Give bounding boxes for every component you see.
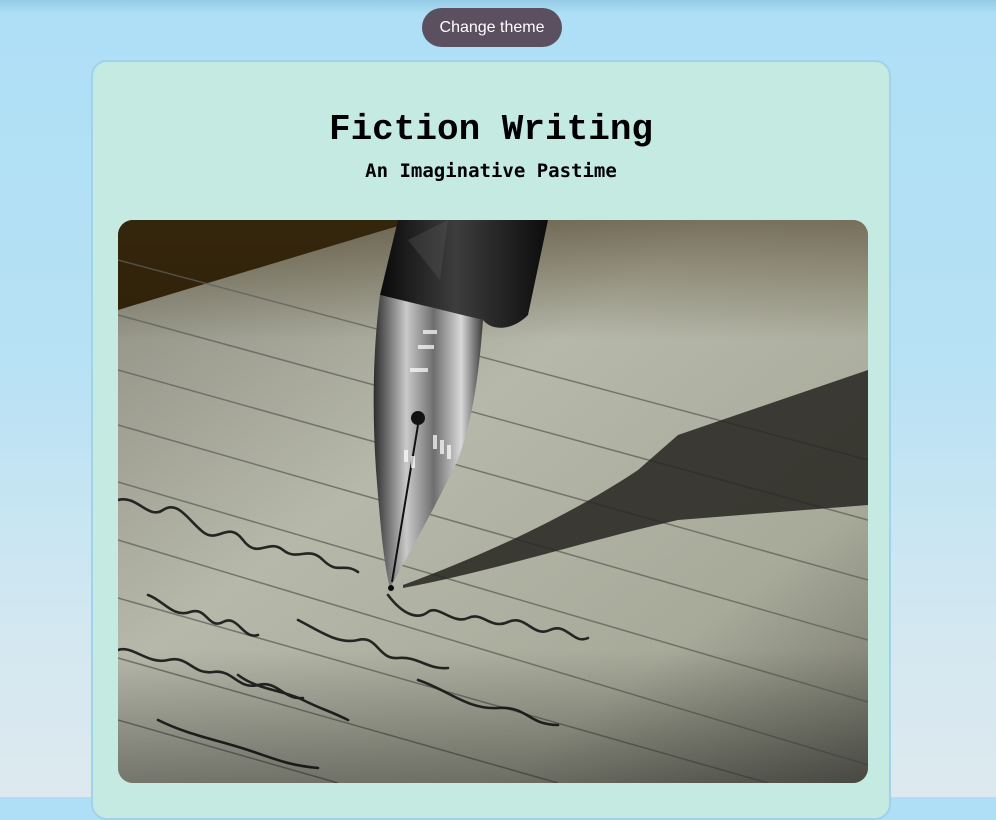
page-subtitle: An Imaginative Pastime [365, 160, 617, 182]
fountain-pen-photo [118, 220, 868, 783]
content-card: Fiction Writing An Imaginative Pastime [91, 60, 891, 820]
change-theme-button[interactable]: Change theme [422, 8, 562, 47]
page-title: Fiction Writing [328, 109, 654, 150]
